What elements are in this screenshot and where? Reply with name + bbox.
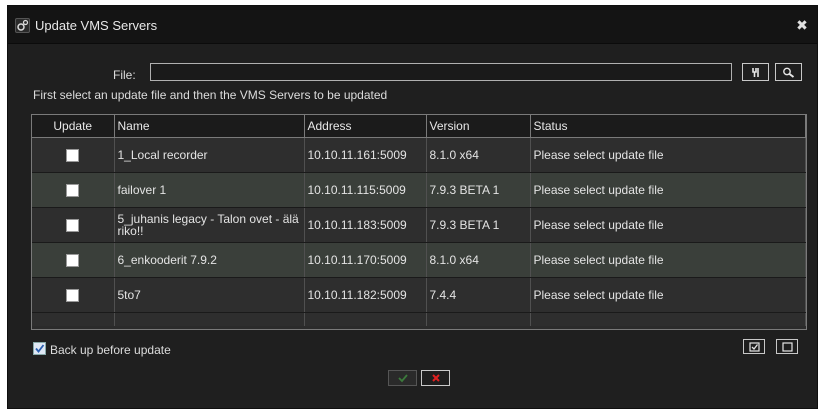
servers-table: Update Name Address Version Status 1_Loc… <box>31 114 807 330</box>
column-header-address[interactable]: Address <box>304 115 427 138</box>
update-checkbox[interactable] <box>66 183 80 197</box>
server-version: 7.9.3 BETA 1 <box>426 172 531 208</box>
server-name-text: 5_juhanis legacy - Talon ovet - älä riko… <box>117 211 299 238</box>
file-path-input[interactable] <box>150 63 732 81</box>
select-all-button[interactable] <box>743 339 765 354</box>
table-row[interactable]: 5_juhanis legacy - Talon ovet - älä riko… <box>32 207 806 243</box>
dialog-title: Update VMS Servers <box>35 18 158 33</box>
table-header: Update Name Address Version Status <box>32 115 806 138</box>
update-cell[interactable] <box>32 207 115 243</box>
search-button[interactable] <box>775 63 802 81</box>
server-version: 7.4.4 <box>426 277 531 313</box>
file-label: File: <box>113 68 136 82</box>
update-cell[interactable] <box>32 172 115 208</box>
magnifier-icon <box>783 67 795 78</box>
table-row[interactable]: 5to7 10.10.11.182:5009 7.4.4 Please sele… <box>32 277 806 313</box>
server-status: Please select update file <box>530 207 806 243</box>
update-vms-servers-dialog: Update VMS Servers ✖ File: First select … <box>7 5 818 409</box>
server-version: 7.9.3 BETA 1 <box>426 207 531 243</box>
server-name: 1_Local recorder <box>114 137 305 173</box>
browse-button[interactable] <box>742 63 769 81</box>
column-header-update[interactable]: Update <box>32 115 115 138</box>
checkmark-icon <box>397 374 408 383</box>
column-header-version[interactable]: Version <box>426 115 531 138</box>
backup-checkbox[interactable] <box>33 342 46 355</box>
update-checkbox[interactable] <box>66 253 80 267</box>
empty-row <box>32 312 806 326</box>
backup-label: Back up before update <box>50 343 171 357</box>
server-address: 10.10.11.182:5009 <box>304 277 427 313</box>
server-name: 5_juhanis legacy - Talon ovet - älä riko… <box>114 207 305 243</box>
server-address: 10.10.11.161:5009 <box>304 137 427 173</box>
server-status: Please select update file <box>530 172 806 208</box>
server-address: 10.10.11.183:5009 <box>304 207 427 243</box>
close-button[interactable]: ✖ <box>795 18 809 32</box>
server-address: 10.10.11.170:5009 <box>304 242 427 278</box>
server-name: failover 1 <box>114 172 305 208</box>
cancel-button[interactable] <box>421 370 450 386</box>
update-cell[interactable] <box>32 137 115 173</box>
instruction-text: First select an update file and then the… <box>33 88 388 102</box>
server-name: 5to7 <box>114 277 305 313</box>
update-checkbox[interactable] <box>66 148 80 162</box>
empty-box-icon <box>781 341 793 352</box>
table-row[interactable]: 1_Local recorder 10.10.11.161:5009 8.1.0… <box>32 137 806 173</box>
table-row[interactable]: 6_enkooderit 7.9.2 10.10.11.170:5009 8.1… <box>32 242 806 278</box>
select-none-button[interactable] <box>776 339 798 354</box>
gear-icon <box>15 18 30 33</box>
server-status: Please select update file <box>530 242 806 278</box>
server-version: 8.1.0 x64 <box>426 137 531 173</box>
cross-icon <box>431 374 440 382</box>
update-cell[interactable] <box>32 242 115 278</box>
server-name: 6_enkooderit 7.9.2 <box>114 242 305 278</box>
column-header-status[interactable]: Status <box>530 115 806 138</box>
checked-box-icon <box>748 341 760 352</box>
tools-icon <box>751 67 759 77</box>
update-cell[interactable] <box>32 277 115 313</box>
ok-button[interactable] <box>388 370 417 386</box>
server-version: 8.1.0 x64 <box>426 242 531 278</box>
column-header-name[interactable]: Name <box>114 115 305 138</box>
update-checkbox[interactable] <box>66 218 80 232</box>
server-status: Please select update file <box>530 137 806 173</box>
title-bar: Update VMS Servers ✖ <box>8 6 817 44</box>
table-row[interactable]: failover 1 10.10.11.115:5009 7.9.3 BETA … <box>32 172 806 208</box>
update-checkbox[interactable] <box>66 288 80 302</box>
server-address: 10.10.11.115:5009 <box>304 172 427 208</box>
server-status: Please select update file <box>530 277 806 313</box>
checkmark-icon <box>35 344 45 353</box>
